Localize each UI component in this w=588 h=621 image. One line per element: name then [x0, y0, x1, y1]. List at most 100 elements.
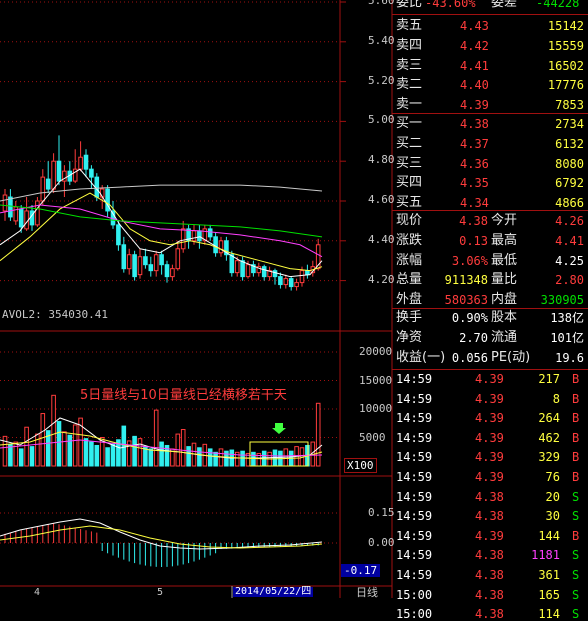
- candle-down: [288, 278, 294, 288]
- tick-volume: 217: [538, 372, 560, 386]
- volume-tick-label: 15000: [359, 373, 393, 387]
- tick-price: 4.38: [475, 607, 504, 621]
- volume-bar-down: [18, 448, 24, 467]
- tick-price: 4.38: [475, 568, 504, 582]
- stat-value: 4.41: [555, 233, 584, 248]
- sell-level-price: 4.40: [460, 78, 489, 93]
- price-tick-label: 5.60: [368, 0, 395, 7]
- tick-time: 14:59: [396, 411, 433, 426]
- stock-terminal: 5.60 5.40 5.20 5.00 4.80 4.60 4.40 4.20 AVOL2: …: [0, 0, 588, 620]
- tick-volume: 1181: [531, 548, 560, 563]
- tick-side: B: [572, 528, 580, 543]
- tick-time: 15:00: [396, 587, 433, 602]
- volume-bar-down: [110, 443, 116, 467]
- fundamental-value: 101亿: [550, 330, 584, 345]
- volume-bar-up: [13, 441, 19, 467]
- candle-down: [143, 256, 148, 266]
- buy-level-price: 4.37: [460, 136, 489, 151]
- tick-volume: 329: [538, 450, 560, 465]
- volume-unit-badge: X100: [344, 458, 377, 473]
- volume-bar-up: [153, 409, 159, 467]
- candle-up: [153, 254, 159, 272]
- fundamental-label: PE(动): [491, 349, 531, 365]
- tick-side: S: [572, 568, 580, 582]
- indicator-title: AVOL2: 354030.41: [2, 308, 108, 321]
- period-label[interactable]: 日线: [356, 587, 378, 598]
- candle-up: [137, 256, 143, 276]
- buy-level-volume: 6792: [555, 176, 584, 191]
- sell-level-volume: 15559: [547, 38, 584, 53]
- tick-price: 4.39: [475, 450, 504, 465]
- quote-divider: [392, 14, 588, 15]
- volume-bar-up: [180, 429, 186, 467]
- quote-divider: [392, 210, 588, 211]
- volume-bar-down: [89, 441, 94, 467]
- tick-price: 4.39: [475, 528, 504, 543]
- volume-bar-up: [72, 424, 78, 467]
- candle-down: [159, 254, 164, 266]
- candle-down: [83, 154, 89, 170]
- buy-level-price: 4.36: [460, 156, 489, 171]
- stat-label: 涨幅: [396, 252, 423, 268]
- tick-volume: 8: [552, 391, 560, 406]
- sell-level-volume: 15142: [547, 19, 584, 33]
- buy-level-volume: 4866: [555, 196, 584, 211]
- candle-down: [197, 230, 202, 242]
- sell-level-label: 卖二: [396, 77, 423, 93]
- tick-side: S: [572, 587, 580, 602]
- tick-time: 14:59: [396, 509, 433, 524]
- candle-up: [175, 248, 181, 270]
- candle-down: [89, 168, 94, 178]
- tick-time: 14:59: [396, 548, 433, 563]
- buy-level-volume: 8080: [555, 156, 584, 171]
- buy-level-price: 4.34: [460, 196, 489, 211]
- tick-side: B: [572, 430, 580, 445]
- weibi-label: 委比: [396, 0, 423, 10]
- volume-bar-up: [24, 426, 29, 467]
- stat-label: 外盘: [396, 292, 423, 308]
- stat-value: 0.13: [459, 233, 488, 248]
- candle-up: [294, 282, 299, 288]
- volume-bar-up: [40, 413, 46, 467]
- fundamental-value: 0.90%: [451, 311, 488, 325]
- tick-side: B: [572, 391, 580, 406]
- fundamental-value: 0.056: [451, 350, 488, 365]
- sell-level-volume: 7853: [555, 98, 584, 113]
- price-tick-label: 4.60: [368, 193, 395, 206]
- axis-label-month-4: 4: [34, 587, 41, 598]
- stat-value: 580363: [444, 293, 488, 308]
- tick-time: 14:59: [396, 430, 433, 445]
- stat-label: 今开: [491, 213, 518, 228]
- candle-up: [40, 176, 46, 202]
- tick-side: S: [572, 509, 580, 524]
- candle-up: [170, 268, 175, 278]
- volume-bar-down: [121, 425, 127, 467]
- volume-tick-label: 10000: [359, 402, 393, 415]
- candle-up: [180, 228, 186, 250]
- tick-volume: 165: [538, 587, 560, 602]
- candle-down: [207, 228, 213, 238]
- stat-label: 最高: [491, 232, 518, 248]
- stat-label: 现价: [396, 213, 423, 228]
- stat-label: 涨跌: [396, 232, 423, 248]
- volume-bar-down: [94, 444, 100, 467]
- candle-down: [213, 236, 218, 254]
- fundamental-value: 19.6: [555, 350, 584, 365]
- buy-level-label: 买二: [396, 135, 423, 151]
- stat-value: 4.26: [555, 214, 584, 228]
- fundamental-label: 股本: [491, 310, 518, 325]
- candle-down: [148, 264, 154, 272]
- buy-level-label: 买一: [396, 116, 423, 131]
- down-arrow-icon: [272, 423, 286, 434]
- sell-level-volume: 17776: [547, 78, 584, 93]
- candle-up: [35, 200, 40, 226]
- volume-bar-down: [67, 434, 73, 467]
- fundamental-label: 流通: [491, 329, 518, 345]
- candle-down: [240, 260, 245, 278]
- sell-level-volume: 16502: [547, 58, 584, 73]
- tick-time: 14:59: [396, 568, 433, 582]
- tick-time: 14:59: [396, 470, 433, 484]
- price-tick-label: 4.40: [368, 232, 395, 246]
- volume-bar-down: [159, 441, 164, 467]
- sell-level-price: 4.43: [460, 19, 489, 33]
